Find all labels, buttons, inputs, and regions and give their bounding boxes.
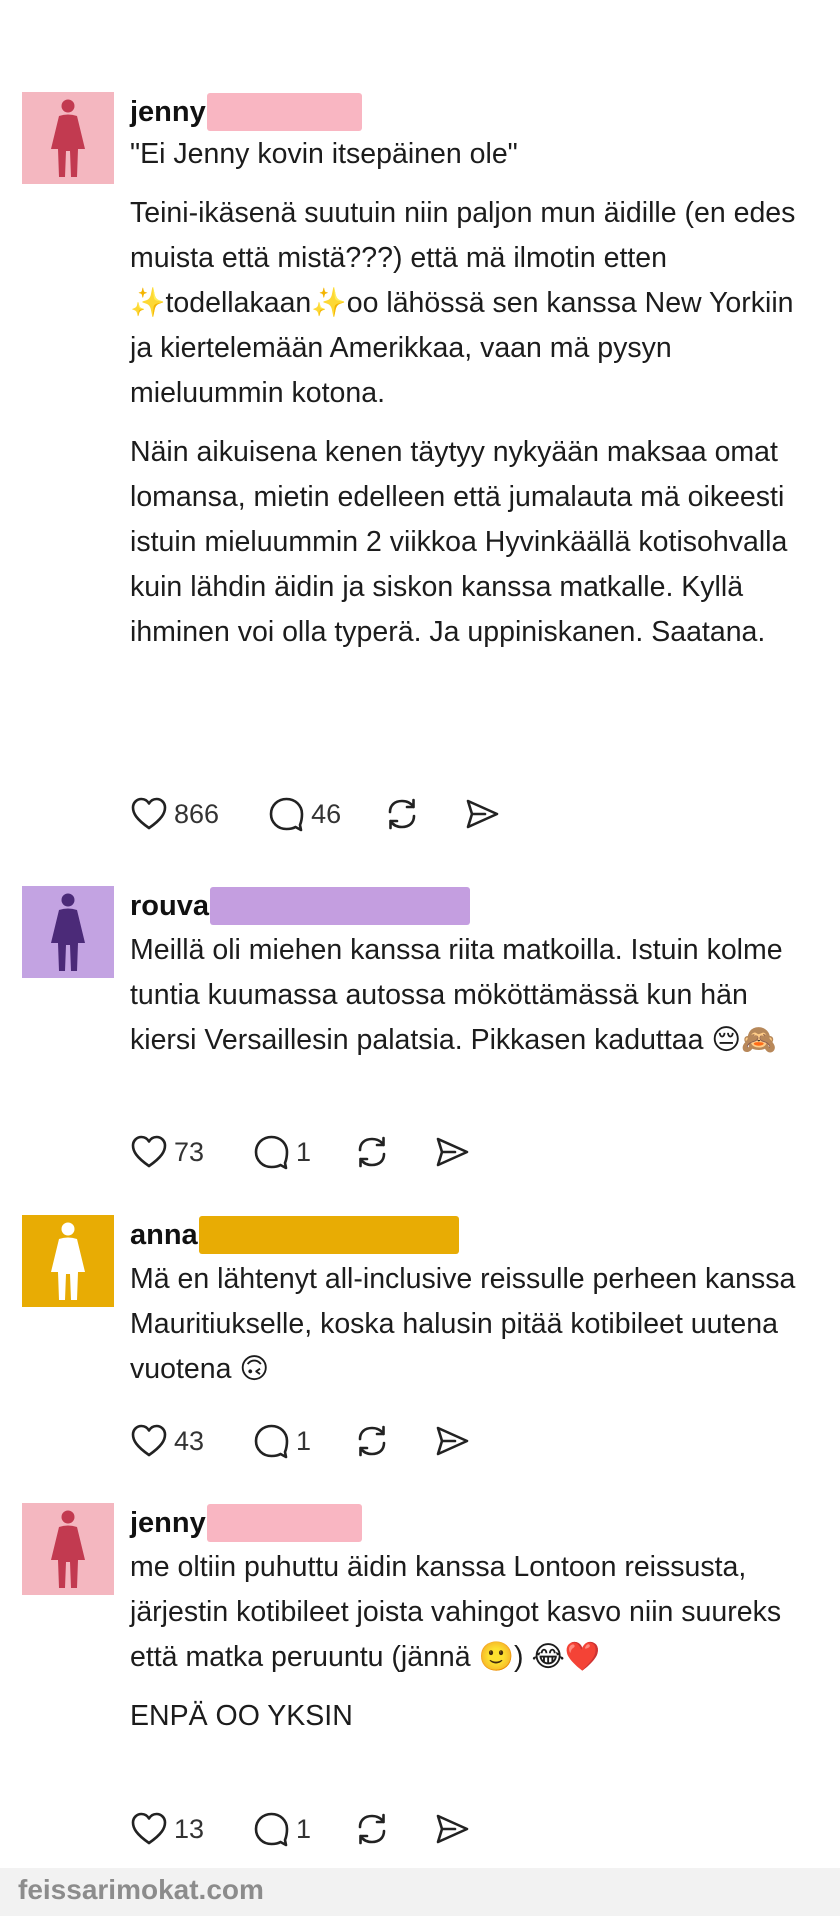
like-button[interactable]: 866 xyxy=(130,795,219,833)
send-icon xyxy=(436,1137,469,1167)
avatar[interactable] xyxy=(22,886,114,978)
like-button[interactable]: 13 xyxy=(130,1810,204,1848)
redacted-name xyxy=(206,1504,362,1542)
woman-figure-icon xyxy=(51,893,85,971)
avatar[interactable] xyxy=(22,1215,114,1307)
like-count: 43 xyxy=(174,1425,205,1456)
username[interactable]: jenny xyxy=(130,94,206,130)
post-body: Mä en lähtenyt all-inclusive reissulle p… xyxy=(130,1257,820,1392)
comment-icon xyxy=(269,797,304,832)
username[interactable]: jenny xyxy=(130,1505,206,1541)
share-button[interactable] xyxy=(433,1133,471,1171)
send-icon xyxy=(466,799,499,829)
watermark-bar: feissarimokat.com xyxy=(0,1868,840,1916)
post-paragraph: Mä en lähtenyt all-inclusive reissulle p… xyxy=(130,1263,796,1385)
post-actions: 13 1 xyxy=(130,1807,471,1851)
send-icon xyxy=(436,1814,469,1844)
woman-figure-icon xyxy=(51,1222,85,1300)
share-button[interactable] xyxy=(463,795,501,833)
send-icon xyxy=(436,1426,469,1456)
heart-icon xyxy=(131,1135,167,1168)
redacted-name xyxy=(198,1216,459,1254)
post-body: me oltiin puhuttu äidin kanssa Lontoon r… xyxy=(130,1545,820,1739)
post-paragraph: me oltiin puhuttu äidin kanssa Lontoon r… xyxy=(130,1551,782,1673)
username-row: rouva xyxy=(130,886,470,926)
heart-icon xyxy=(131,797,167,830)
reply-button[interactable]: 1 xyxy=(252,1133,311,1171)
post-actions: 43 1 xyxy=(130,1419,471,1463)
repost-button[interactable] xyxy=(353,1422,391,1460)
like-count: 13 xyxy=(174,1813,205,1844)
avatar[interactable] xyxy=(22,1503,114,1595)
reply-count: 1 xyxy=(296,1425,312,1456)
reply-count: 1 xyxy=(296,1813,312,1844)
heart-icon xyxy=(131,1812,167,1845)
username[interactable]: anna xyxy=(130,1217,198,1253)
post-body: "Ei Jenny kovin itsepäinen ole" Teini-ik… xyxy=(130,132,820,655)
comment-icon xyxy=(254,1424,289,1459)
like-count: 73 xyxy=(174,1136,205,1167)
redacted-name xyxy=(209,887,470,925)
username-row: anna xyxy=(130,1215,459,1255)
post-actions: 866 46 xyxy=(130,792,501,836)
woman-figure-icon xyxy=(51,99,85,177)
post-paragraph: "Ei Jenny kovin itsepäinen ole" xyxy=(130,138,518,170)
watermark-text: feissarimokat.com xyxy=(18,1874,264,1905)
comment-icon xyxy=(254,1812,289,1847)
avatar[interactable] xyxy=(22,92,114,184)
redacted-name xyxy=(206,93,362,131)
comment-icon xyxy=(254,1135,289,1170)
repost-icon xyxy=(358,1813,386,1845)
username[interactable]: rouva xyxy=(130,888,209,924)
reply-count: 1 xyxy=(296,1136,312,1167)
reply-count: 46 xyxy=(311,798,342,829)
share-button[interactable] xyxy=(433,1422,471,1460)
like-count: 866 xyxy=(174,798,220,829)
like-button[interactable]: 73 xyxy=(130,1133,204,1171)
post-paragraph: Meillä oli miehen kanssa riita matkoilla… xyxy=(130,934,783,1056)
share-button[interactable] xyxy=(433,1810,471,1848)
username-row: jenny xyxy=(130,1503,362,1543)
repost-button[interactable] xyxy=(353,1810,391,1848)
reply-button[interactable]: 46 xyxy=(267,795,341,833)
reply-button[interactable]: 1 xyxy=(252,1422,311,1460)
username-row: jenny xyxy=(130,92,362,132)
repost-icon xyxy=(358,1425,386,1457)
post-paragraph: ENPÄ OO YKSIN xyxy=(130,1700,353,1732)
like-button[interactable]: 43 xyxy=(130,1422,204,1460)
reply-button[interactable]: 1 xyxy=(252,1810,311,1848)
woman-figure-icon xyxy=(51,1510,85,1588)
post-actions: 73 1 xyxy=(130,1130,471,1174)
repost-icon xyxy=(358,1136,386,1168)
repost-button[interactable] xyxy=(383,795,421,833)
post-paragraph: Teini-ikäsenä suutuin niin paljon mun äi… xyxy=(130,197,796,409)
repost-icon xyxy=(388,798,416,830)
post-body: Meillä oli miehen kanssa riita matkoilla… xyxy=(130,928,820,1063)
post-paragraph: Näin aikuisena kenen täytyy nykyään maks… xyxy=(130,436,788,648)
heart-icon xyxy=(131,1424,167,1457)
repost-button[interactable] xyxy=(353,1133,391,1171)
